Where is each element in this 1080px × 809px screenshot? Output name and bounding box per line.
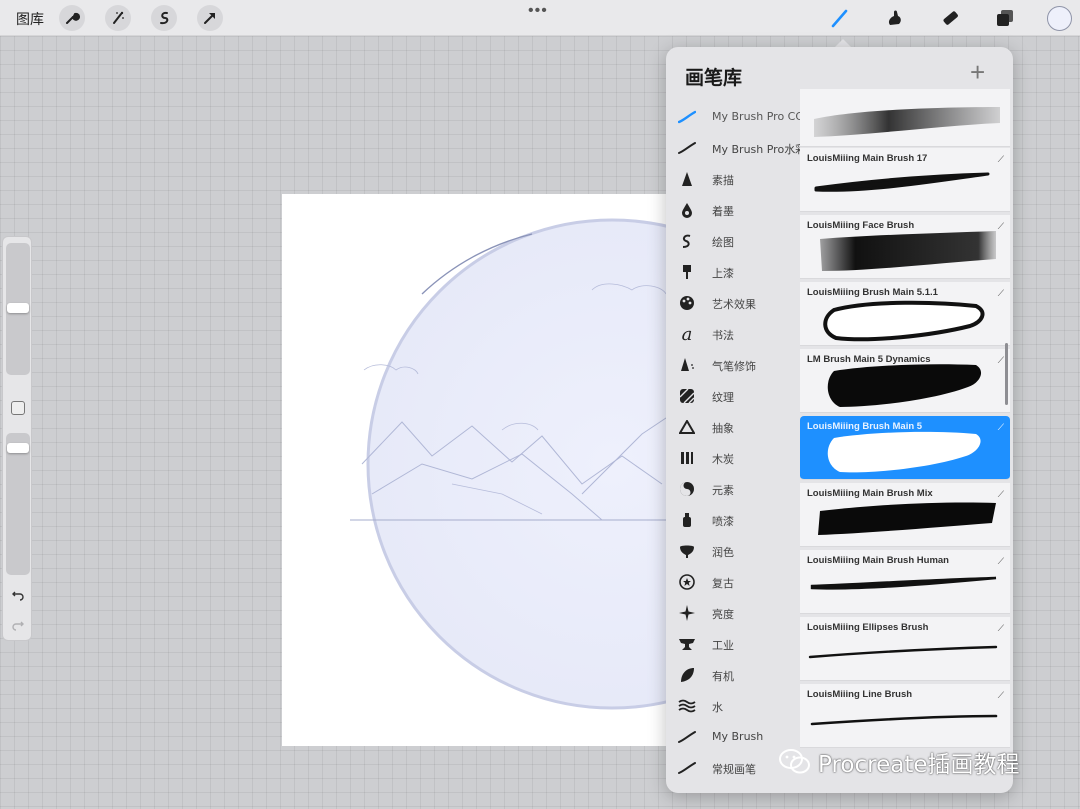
paint-brush-icon [678,263,696,281]
wrench-icon[interactable] [59,5,85,31]
palette-icon [678,294,696,312]
star-badge-icon [678,573,696,591]
set-item-luminance[interactable]: 亮度 [666,598,800,628]
waves-icon [678,697,696,715]
watermark-text: Procreate插画教程 [818,752,1020,778]
ink-drop-icon [678,201,696,219]
set-item-touchups[interactable]: 润色 [666,536,800,566]
left-sidebar [2,236,32,641]
stroke-flag-icon: ⟋ [997,690,1004,700]
set-item-artistic[interactable]: 艺术效果 [666,288,800,318]
texture-icon [678,387,696,405]
top-toolbar: 图库 ••• [0,0,1080,36]
magic-wand-icon[interactable] [105,5,131,31]
triangle-icon [678,418,696,436]
wechat-icon [779,749,810,774]
set-item-organic[interactable]: 有机 [666,660,800,690]
color-picker-button[interactable] [1047,6,1072,31]
brush-size-thumb[interactable] [7,303,29,313]
set-item-elements[interactable]: 元素 [666,474,800,504]
stroke-flag-icon: ⟋ [997,489,1004,499]
smudge-icon[interactable] [883,6,907,30]
redo-icon[interactable] [9,617,27,635]
calligraphy-icon: a [681,323,693,345]
brush-card-main-brush-mix[interactable]: LouisMiiing Main Brush Mix ⟋ [800,483,1010,547]
bell-icon [678,542,696,560]
stroke-flag-icon: ⟋ [997,355,1004,365]
brush-stroke-preview [814,107,1000,137]
charcoal-icon [678,449,696,467]
leaf-icon [678,666,696,684]
selection-icon[interactable] [151,5,177,31]
brush-card-face-brush[interactable]: LouisMiiing Face Brush ⟋ [800,215,1010,279]
set-item-my-brush-pro-cg[interactable]: My Brush Pro CG [666,102,800,132]
brush-card-main-5-1-1[interactable]: LouisMiiing Brush Main 5.1.1 ⟋ [800,282,1010,346]
undo-icon[interactable] [9,587,27,605]
spray-can-icon [678,511,696,529]
add-brush-set-button[interactable]: + [970,59,985,85]
brushes-scrollbar[interactable] [1005,343,1008,405]
pencil-tip-icon [678,170,696,188]
stroke-icon [678,759,696,777]
brush-sets-list: My Brush Pro CG My Brush Pro水彩 素描 着墨 绘图 … [666,102,800,793]
set-item-airbrushing[interactable]: 气笔修饰 [666,350,800,380]
stroke-flag-icon: ⟋ [997,154,1004,164]
brush-card-airbrush[interactable] [800,89,1010,147]
brush-card-main-brush-17[interactable]: LouisMiiing Main Brush 17 ⟋ [800,148,1010,212]
stroke-flag-icon: ⟋ [997,288,1004,298]
stroke-icon [678,728,696,746]
brush-icon[interactable] [828,6,852,30]
set-item-sketching[interactable]: 素描 [666,164,800,194]
brush-library-panel: 画笔库 + My Brush Pro CG My Brush Pro水彩 素描 … [666,47,1013,793]
set-item-abstract[interactable]: 抽象 [666,412,800,442]
stroke-flag-icon: ⟋ [997,422,1004,432]
brush-size-slider[interactable] [6,243,30,375]
brush-card-main-brush-human[interactable]: LouisMiiing Main Brush Human ⟋ [800,550,1010,614]
brushes-list: LouisMiiing Main Brush 17 ⟋ LouisMiiing … [800,89,1012,793]
gallery-button[interactable]: 图库 [16,9,44,29]
brush-card-ellipses-brush[interactable]: LouisMiiing Ellipses Brush ⟋ [800,617,1010,681]
opacity-slider[interactable] [6,433,30,575]
modify-button[interactable] [11,401,25,415]
brush-card-main-5-selected[interactable]: LouisMiiing Brush Main 5 ⟋ [800,416,1010,480]
stroke-flag-icon: ⟋ [997,623,1004,633]
set-item-spray-paints[interactable]: 喷漆 [666,505,800,535]
set-item-charcoals[interactable]: 木炭 [666,443,800,473]
brush-card-lm-main-5-dynamics[interactable]: LM Brush Main 5 Dynamics ⟋ [800,349,1010,413]
brush-card-line-brush[interactable]: LouisMiiing Line Brush ⟋ [800,684,1010,748]
set-item-water[interactable]: 水 [666,691,800,721]
set-item-vintage[interactable]: 复古 [666,567,800,597]
stroke-flag-icon: ⟋ [997,556,1004,566]
watermark: Procreate插画教程 [778,744,1020,780]
anvil-icon [678,635,696,653]
more-options-icon[interactable]: ••• [528,2,548,20]
set-item-textures[interactable]: 纹理 [666,381,800,411]
set-item-my-brush-pro-watercolor[interactable]: My Brush Pro水彩 [666,133,800,163]
stroke-flag-icon: ⟋ [997,221,1004,231]
set-item-drawing[interactable]: 绘图 [666,226,800,256]
set-item-painting[interactable]: 上漆 [666,257,800,287]
airbrush-icon [678,356,696,374]
transform-arrow-icon[interactable] [197,5,223,31]
yin-yang-icon [678,480,696,498]
eraser-icon[interactable] [938,6,962,30]
brush-library-title: 画笔库 [685,67,743,89]
stroke-blue-icon [678,108,696,126]
set-item-calligraphy[interactable]: a 书法 [666,319,800,349]
set-item-industrial[interactable]: 工业 [666,629,800,659]
opacity-thumb[interactable] [7,443,29,453]
stroke-icon [678,139,696,157]
set-item-inking[interactable]: 着墨 [666,195,800,225]
sparkle-icon [678,604,696,622]
layers-icon[interactable] [993,6,1017,30]
squiggle-icon [678,232,696,250]
